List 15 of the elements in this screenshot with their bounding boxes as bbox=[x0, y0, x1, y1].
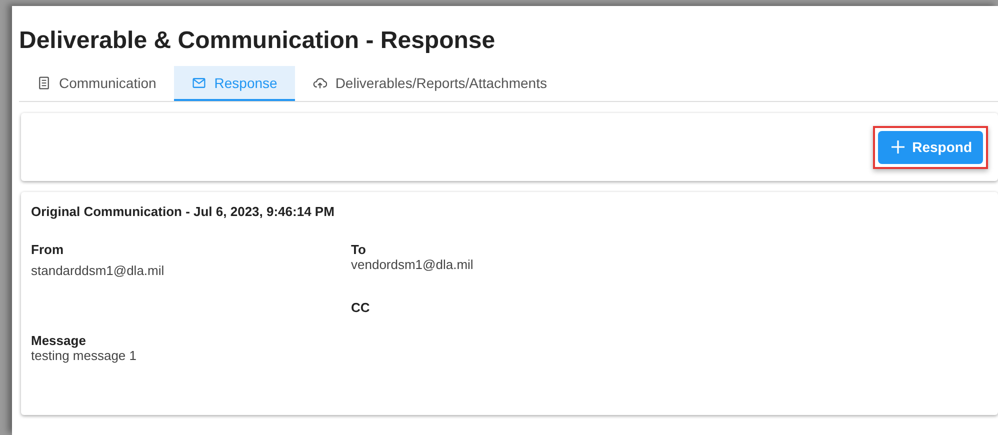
field-label: Message bbox=[31, 333, 87, 348]
tab[interactable]: Communication bbox=[19, 66, 174, 101]
plus-icon bbox=[890, 139, 906, 155]
field-label: From bbox=[31, 242, 64, 257]
tab[interactable]: Deliverables/Reports/Attachments bbox=[295, 66, 565, 101]
field-label: CC bbox=[351, 300, 371, 315]
field-value: vendordsm1@dla.mil bbox=[351, 257, 474, 272]
field-value: testing message 1 bbox=[31, 348, 138, 363]
page-title: Deliverable & Communication - Response bbox=[19, 26, 496, 56]
cloud-upload-icon bbox=[313, 76, 328, 90]
envelope-icon bbox=[192, 76, 206, 90]
field-label: To bbox=[351, 242, 367, 257]
communication-heading: Original Communication - Jul 6, 2023, 9:46:14 PM bbox=[31, 204, 336, 220]
field-value: standarddsm1@dla.mil bbox=[31, 263, 166, 278]
document-icon bbox=[37, 76, 51, 90]
